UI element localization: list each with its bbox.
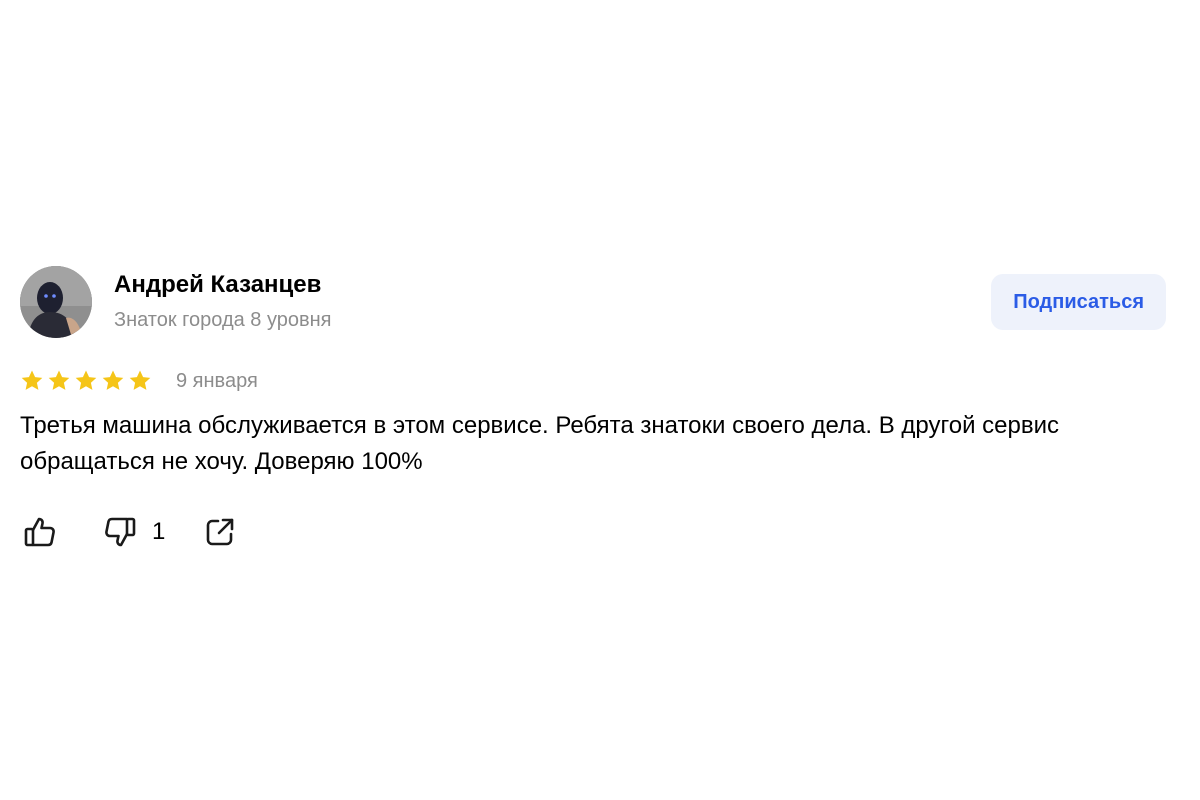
author-name[interactable]: Андрей Казанцев xyxy=(114,270,332,300)
like-button[interactable] xyxy=(22,514,58,550)
author-info: Андрей Казанцев Знаток города 8 уровня xyxy=(114,270,332,332)
star-icon xyxy=(74,369,98,393)
share-icon xyxy=(203,515,237,549)
review-text: Третья машина обслуживается в этом серви… xyxy=(20,412,1060,475)
review-header: Андрей Казанцев Знаток города 8 уровня П… xyxy=(20,266,1170,338)
review-card: Андрей Казанцев Знаток города 8 уровня П… xyxy=(20,266,1170,547)
author-level: Знаток города 8 уровня xyxy=(114,309,332,331)
avatar[interactable] xyxy=(20,266,92,338)
star-icon xyxy=(101,369,125,393)
share-button[interactable] xyxy=(203,515,237,549)
rating-stars xyxy=(20,369,152,393)
review-date: 9 января xyxy=(176,369,258,392)
review-actions: 1 xyxy=(20,512,237,552)
star-icon xyxy=(128,369,152,393)
thumbs-down-icon xyxy=(102,514,138,550)
dislike-button[interactable]: 1 xyxy=(102,514,165,550)
star-icon xyxy=(20,369,44,393)
thumbs-up-icon xyxy=(22,514,58,550)
dislike-count: 1 xyxy=(152,518,166,545)
review-meta: 9 января xyxy=(20,366,258,396)
subscribe-button[interactable]: Подписаться xyxy=(991,274,1166,330)
star-icon xyxy=(47,369,71,393)
